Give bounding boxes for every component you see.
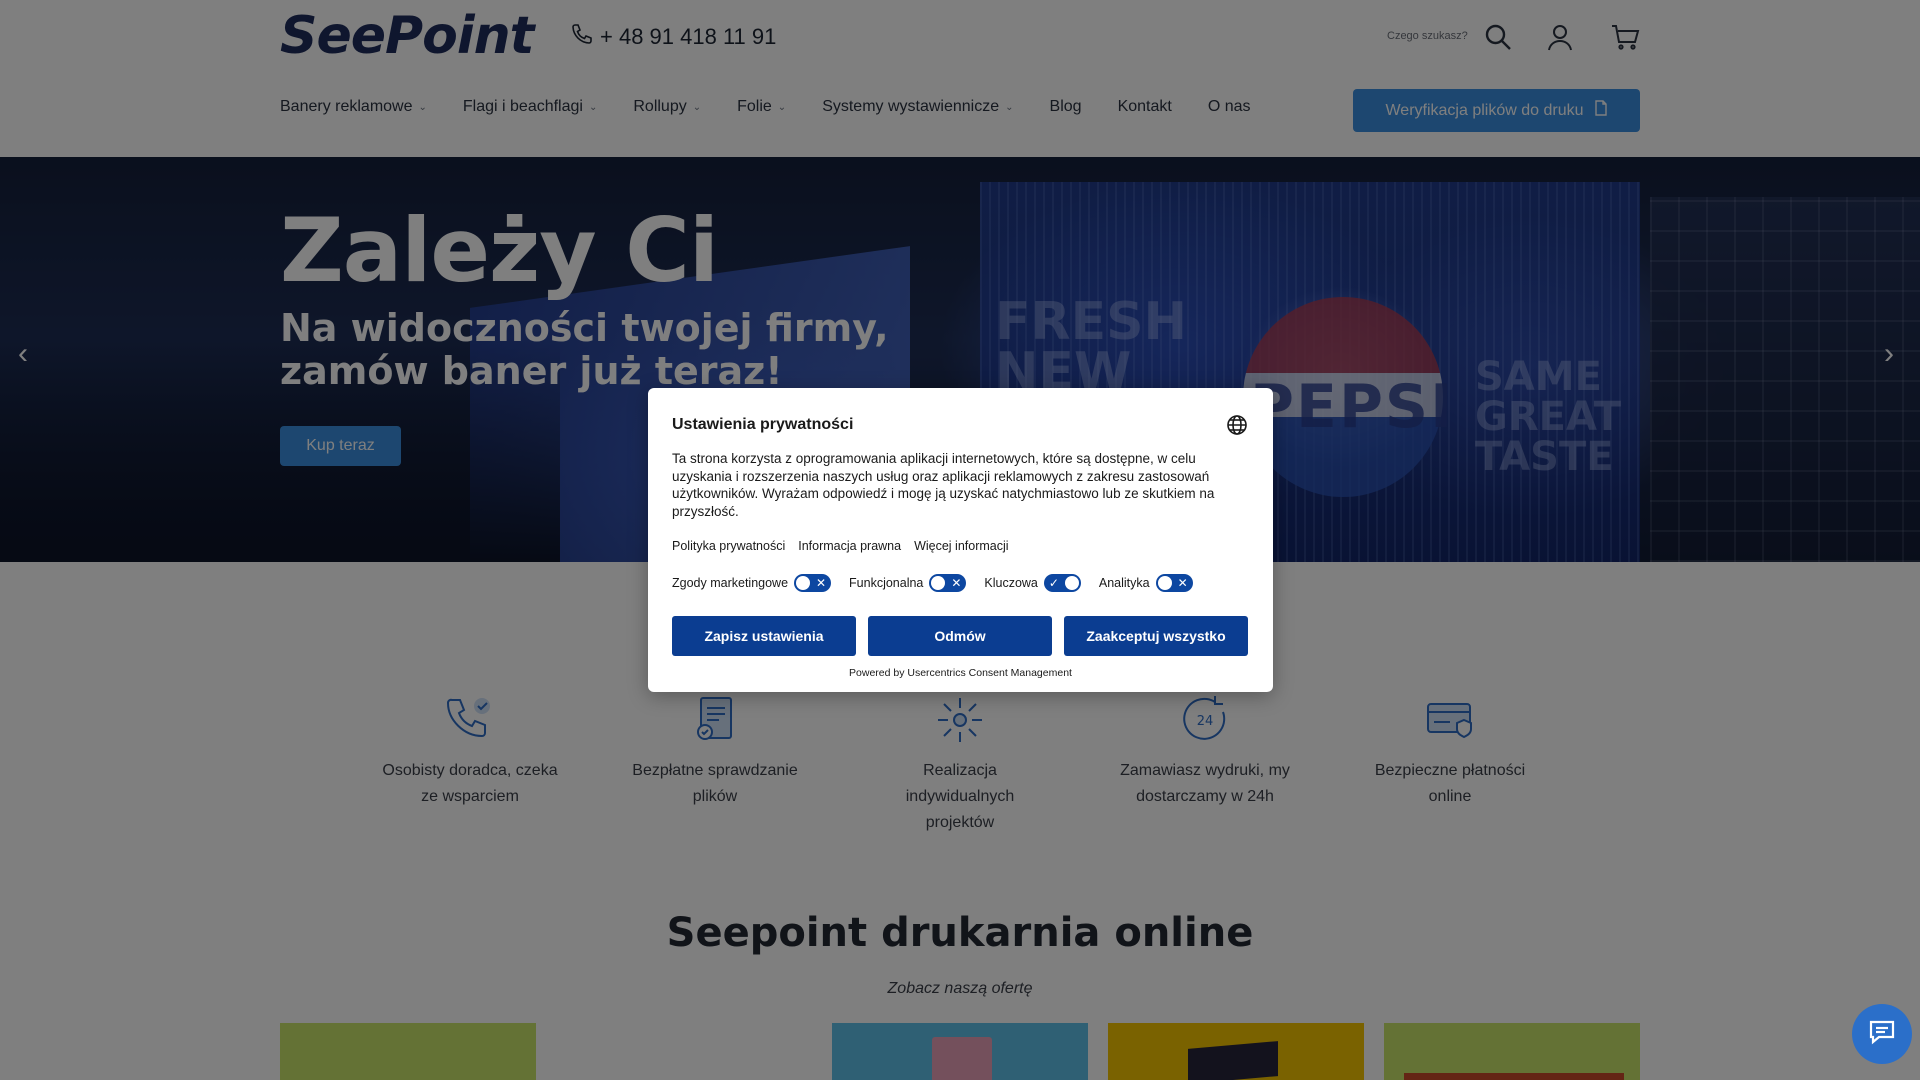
cross-icon: ✕: [1177, 576, 1188, 590]
marketing-toggle[interactable]: ✕: [794, 574, 832, 592]
functional-toggle[interactable]: ✕: [929, 574, 967, 592]
privacy-policy-link[interactable]: Polityka prywatności: [672, 539, 785, 553]
essential-toggle[interactable]: ✓: [1043, 574, 1081, 592]
toggle-knob: [1157, 576, 1172, 590]
dialog-buttons: Zapisz ustawienia Odmów Zaakceptuj wszys…: [672, 616, 1248, 656]
privacy-settings-dialog: Ustawienia prywatności Ta strona korzyst…: [648, 388, 1273, 692]
deny-button[interactable]: Odmów: [868, 616, 1052, 656]
toggle-group: Kluczowa ✓: [984, 574, 1081, 592]
toggle-label: Analityka: [1098, 576, 1150, 590]
chat-icon: [1867, 1017, 1897, 1052]
toggle-group: Analityka ✕: [1099, 574, 1193, 592]
consent-toggles: Zgody marketingowe ✕ Funkcjonalna ✕ Kluc…: [672, 574, 1211, 592]
toggle-knob: [796, 576, 811, 590]
analytics-toggle[interactable]: ✕: [1155, 574, 1193, 592]
legal-info-link[interactable]: Informacja prawna: [798, 539, 901, 553]
toggle-label: Funkcjonalna: [849, 576, 924, 590]
toggle-group: Funkcjonalna ✕: [849, 574, 967, 592]
dialog-body: Ta strona korzysta z oprogramowania apli…: [672, 451, 1215, 519]
dialog-links: Polityka prywatności Informacja prawna W…: [672, 539, 1009, 553]
powered-by-text[interactable]: Powered by Usercentrics Consent Manageme…: [648, 667, 1273, 679]
dialog-title: Ustawienia prywatności: [672, 416, 854, 433]
toggle-knob: [1064, 576, 1079, 590]
cross-icon: ✕: [816, 576, 827, 590]
chat-button[interactable]: [1852, 1004, 1912, 1064]
save-settings-button[interactable]: Zapisz ustawienia: [672, 616, 856, 656]
toggle-group: Zgody marketingowe ✕: [672, 574, 832, 592]
accept-all-button[interactable]: Zaakceptuj wszystko: [1064, 616, 1248, 656]
toggle-label: Zgody marketingowe: [672, 576, 789, 590]
more-info-link[interactable]: Więcej informacji: [914, 539, 1008, 553]
toggle-knob: [931, 576, 946, 590]
check-icon: ✓: [1048, 576, 1059, 590]
cross-icon: ✕: [951, 576, 962, 590]
language-globe-icon[interactable]: [1226, 414, 1248, 436]
toggle-label: Kluczowa: [984, 576, 1038, 590]
